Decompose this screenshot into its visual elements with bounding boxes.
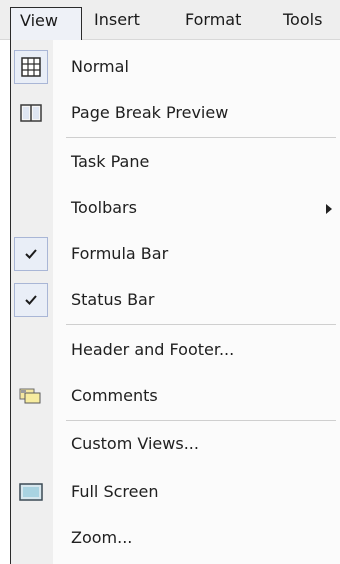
menu-separator xyxy=(66,324,336,325)
menu-item-zoom[interactable]: Zoom... xyxy=(11,516,340,560)
menu-item-label: Page Break Preview xyxy=(71,103,229,122)
checkmark-icon xyxy=(14,237,48,271)
page-break-preview-icon xyxy=(14,96,48,130)
menu-item-label: Full Screen xyxy=(71,482,159,501)
menu-item-label: Zoom... xyxy=(71,528,133,547)
menu-item-label: Comments xyxy=(71,386,158,405)
menu-item-custom-views[interactable]: Custom Views... xyxy=(11,422,340,466)
menu-view[interactable]: View xyxy=(10,7,82,41)
menu-item-label: Header and Footer... xyxy=(71,340,235,359)
menu-item-task-pane[interactable]: Task Pane xyxy=(11,140,340,184)
menu-item-header-and-footer[interactable]: Header and Footer... xyxy=(11,328,340,372)
menu-item-label: Status Bar xyxy=(71,290,155,309)
menu-item-normal[interactable]: Normal xyxy=(11,45,340,89)
menu-item-toolbars[interactable]: Toolbars xyxy=(11,186,340,230)
menu-item-status-bar[interactable]: Status Bar xyxy=(11,278,340,322)
normal-view-icon xyxy=(14,50,48,84)
menu-separator xyxy=(66,137,336,138)
menu-item-full-screen[interactable]: Full Screen xyxy=(11,470,340,514)
menu-item-label: Custom Views... xyxy=(71,434,199,453)
menu-separator xyxy=(66,420,336,421)
menu-insert[interactable]: Insert xyxy=(88,7,146,33)
full-screen-icon xyxy=(14,475,48,509)
menu-bar: View Insert Format Tools xyxy=(0,0,340,41)
menu-format[interactable]: Format xyxy=(179,7,247,33)
menu-tools[interactable]: Tools xyxy=(277,7,328,33)
submenu-arrow-icon xyxy=(326,204,332,214)
menu-item-label: Toolbars xyxy=(71,198,137,217)
menu-item-label: Formula Bar xyxy=(71,244,169,263)
menu-item-formula-bar[interactable]: Formula Bar xyxy=(11,232,340,276)
checkmark-icon xyxy=(14,283,48,317)
comments-icon xyxy=(14,379,48,413)
view-menu-dropdown: Normal Page Break Preview Task Pane Tool… xyxy=(10,40,340,564)
menu-item-label: Task Pane xyxy=(71,152,150,171)
menu-item-comments[interactable]: Comments xyxy=(11,374,340,418)
menu-item-label: Normal xyxy=(71,57,129,76)
menu-item-page-break-preview[interactable]: Page Break Preview xyxy=(11,91,340,135)
